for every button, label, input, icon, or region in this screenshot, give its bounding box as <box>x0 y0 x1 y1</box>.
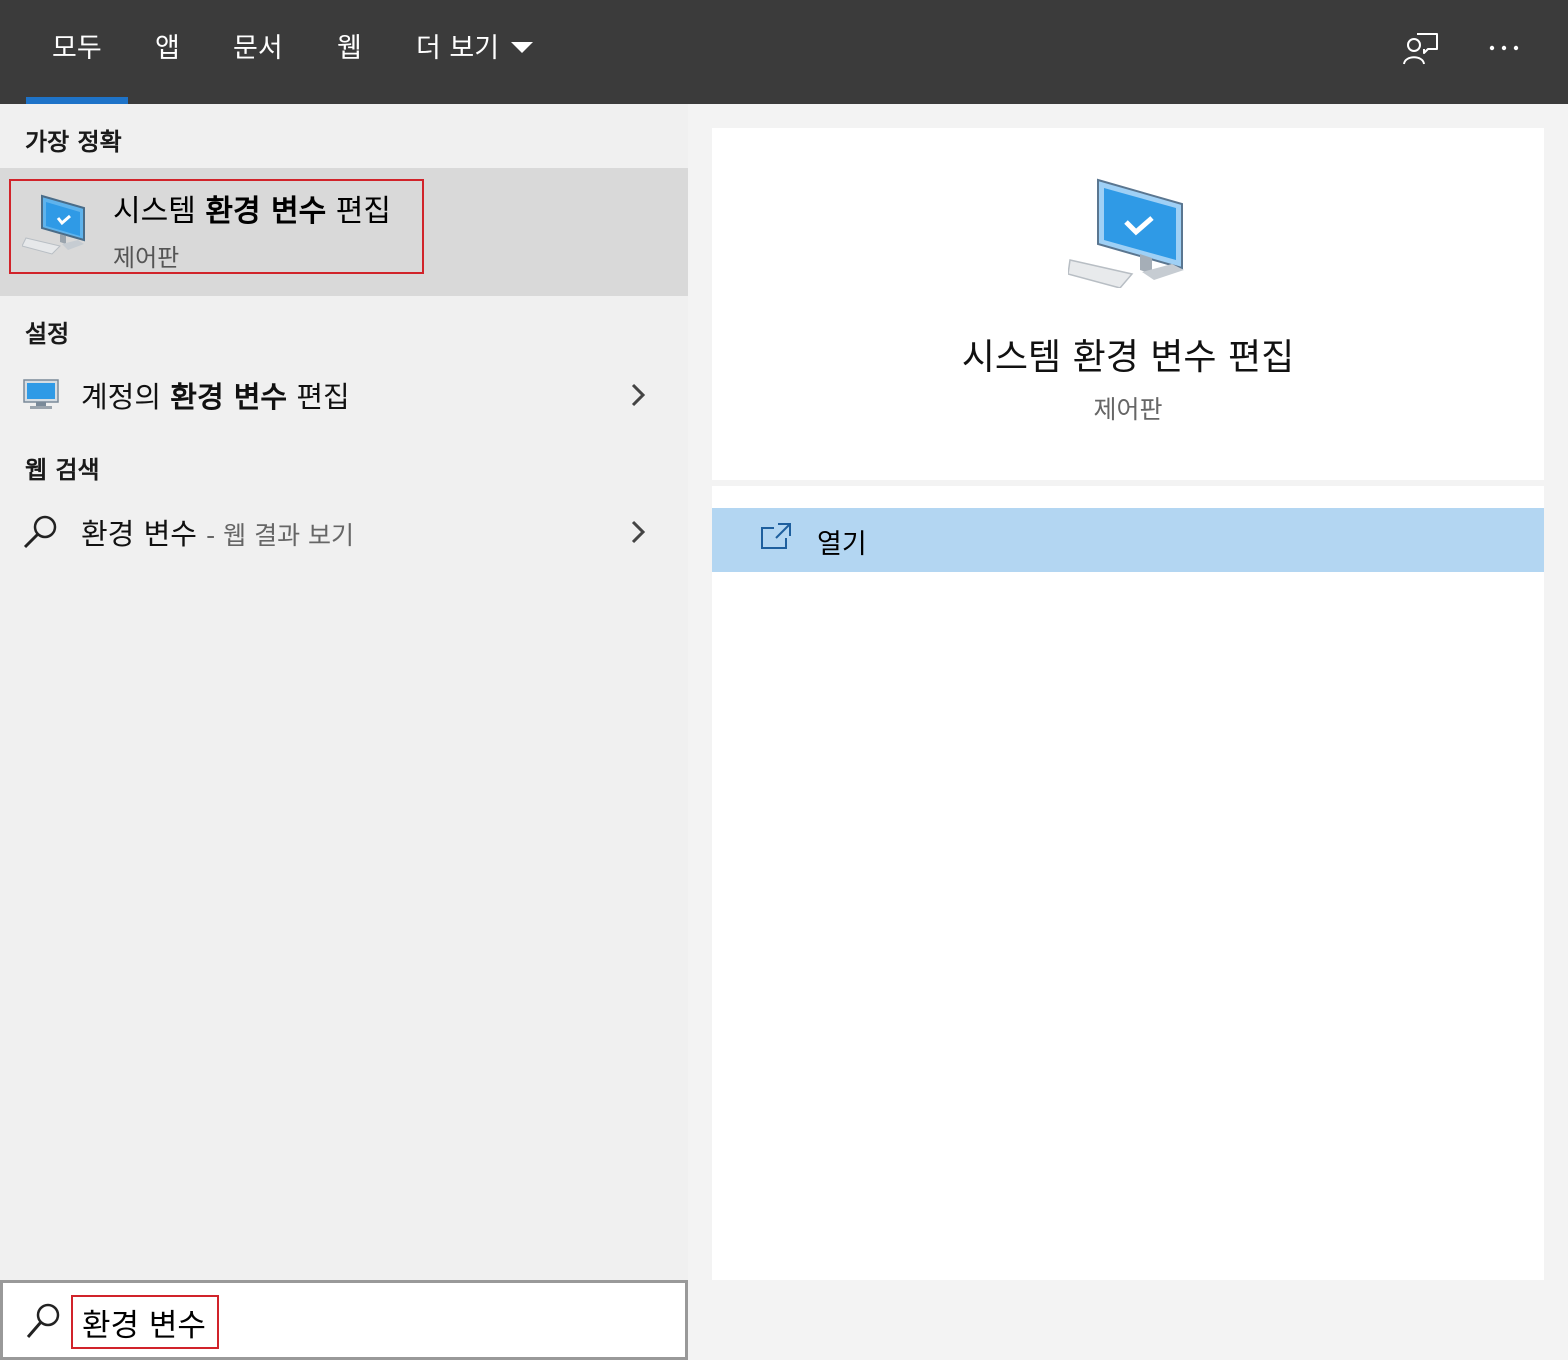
search-icon <box>23 515 57 549</box>
tab-more-label: 더 보기 <box>416 33 500 64</box>
preview-title: 시스템 환경 변수 편집 <box>961 337 1295 378</box>
settings-item-bold: 환경 변수 <box>170 380 288 414</box>
settings-heading: 설정 <box>25 320 70 348</box>
search-scope-bar: 모두 앱 문서 웹 더 보기 <box>0 0 1568 104</box>
chevron-right-icon[interactable] <box>628 517 648 547</box>
divider <box>712 480 1544 486</box>
caret-down-icon <box>511 42 534 53</box>
search-box <box>0 1280 688 1360</box>
monitor-checkmark-icon <box>1068 178 1184 288</box>
search-input[interactable] <box>71 1295 219 1349</box>
highlight-outline <box>9 179 424 274</box>
tab-web[interactable]: 웹 <box>337 0 362 104</box>
search-icon <box>26 1303 60 1338</box>
feedback-icon[interactable] <box>1401 28 1441 68</box>
preview-subtitle: 제어판 <box>1093 395 1163 424</box>
web-search-query: 환경 변수 <box>81 517 197 551</box>
tab-apps[interactable]: 앱 <box>155 0 180 104</box>
chevron-right-icon[interactable] <box>628 380 648 410</box>
more-options-icon[interactable] <box>1484 28 1524 68</box>
tab-documents[interactable]: 문서 <box>233 0 283 104</box>
settings-item-label: 계정의 환경 변수 편집 <box>81 374 350 416</box>
settings-item-prefix: 계정의 <box>81 380 162 414</box>
monitor-icon <box>23 379 59 409</box>
web-search-label: 환경 변수 - 웹 결과 보기 <box>81 511 354 553</box>
open-label: 열기 <box>817 529 867 560</box>
settings-item-suffix: 편집 <box>296 380 350 414</box>
tab-more[interactable]: 더 보기 <box>416 0 534 104</box>
web-search-suffix: - 웹 결과 보기 <box>206 521 355 550</box>
results-panel: 가장 정확 시스템 환경 변수 편집 제어판 설정 계정의 환경 변수 편집 웹… <box>0 104 688 1280</box>
best-match-heading: 가장 정확 <box>25 128 122 156</box>
best-match-item[interactable]: 시스템 환경 변수 편집 제어판 <box>0 168 688 296</box>
settings-item-env-vars[interactable]: 계정의 환경 변수 편집 <box>0 364 688 428</box>
preview-card: 시스템 환경 변수 편집 제어판 열기 <box>712 128 1544 1280</box>
web-search-heading: 웹 검색 <box>25 456 100 484</box>
preview-panel: 시스템 환경 변수 편집 제어판 열기 <box>688 104 1568 1360</box>
web-search-item[interactable]: 환경 변수 - 웹 결과 보기 <box>0 501 688 565</box>
open-external-icon <box>761 523 791 549</box>
tab-all[interactable]: 모두 <box>26 0 128 104</box>
open-action[interactable]: 열기 <box>712 508 1544 572</box>
